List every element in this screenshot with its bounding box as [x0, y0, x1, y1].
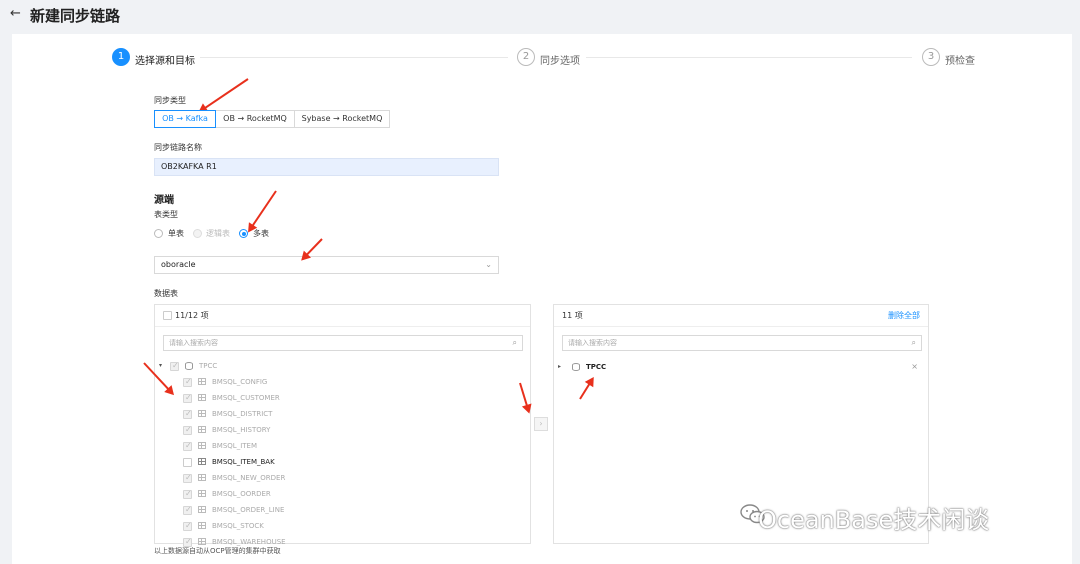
table-row[interactable]: BMSQL_ORDER_LINE	[181, 504, 481, 516]
target-tree-root-row[interactable]: ▸ TPCC ×	[558, 361, 922, 373]
table-icon	[198, 378, 206, 385]
table-row-label: BMSQL_ITEM	[212, 442, 257, 450]
table-row-checkbox	[183, 376, 192, 388]
table-row[interactable]: BMSQL_STOCK	[181, 520, 481, 532]
watermark-text: OceanBase技术闲谈	[758, 506, 990, 534]
caret-down-icon[interactable]: ▾	[159, 360, 162, 372]
clear-all-link[interactable]: 删除全部	[888, 310, 920, 321]
table-icon	[198, 474, 206, 481]
table-row[interactable]: BMSQL_ITEM	[181, 440, 481, 452]
target-count: 11 项	[562, 311, 583, 320]
table-row-checkbox	[183, 392, 192, 404]
target-panel-header: 11 项 删除全部	[554, 305, 928, 327]
tree-root-checkbox	[170, 360, 179, 372]
step-3-label: 预检查	[945, 56, 975, 67]
table-row-checkbox	[183, 424, 192, 436]
step-2-indicator: 2	[517, 48, 535, 66]
table-row-checkbox	[183, 440, 192, 452]
step-2-label: 同步选项	[540, 56, 580, 67]
source-table-panel: 11/12 项 请输入搜索内容 ⌕ ▾ TPCC BMSQL_CONFIG BMS…	[154, 304, 531, 548]
sync-type-option-sybase-rocketmq[interactable]: Sybase → RocketMQ	[294, 110, 390, 128]
table-row-label: BMSQL_ORDER_LINE	[212, 506, 285, 514]
table-row-checkbox	[183, 504, 192, 516]
table-row-checkbox	[183, 472, 192, 484]
target-tree-root-label: TPCC	[586, 363, 607, 371]
data-source-footnote: 以上数据源自动从OCP管理的集群中获取	[154, 547, 281, 555]
table-row[interactable]: BMSQL_DISTRICT	[181, 408, 481, 420]
table-icon	[198, 426, 206, 433]
table-row[interactable]: BMSQL_CUSTOMER	[181, 392, 481, 404]
table-icon	[198, 490, 206, 497]
table-row-label: BMSQL_OORDER	[212, 490, 271, 498]
chevron-down-icon: ⌄	[485, 260, 492, 269]
table-row-label: BMSQL_STOCK	[212, 522, 264, 530]
step-connector	[200, 57, 508, 58]
table-icon	[198, 410, 206, 417]
table-row[interactable]: BMSQL_NEW_ORDER	[181, 472, 481, 484]
table-row[interactable]: BMSQL_HISTORY	[181, 424, 481, 436]
table-type-label: 表类型	[154, 210, 178, 219]
tree-root-label: TPCC	[199, 362, 218, 370]
cluster-select-value: oboracle	[161, 260, 196, 269]
table-icon	[198, 458, 206, 465]
cluster-select[interactable]: oboracle ⌄	[154, 256, 499, 274]
table-row-label: BMSQL_HISTORY	[212, 426, 271, 434]
tree-root-row[interactable]: ▾ TPCC	[159, 360, 359, 372]
database-icon	[572, 363, 580, 371]
table-icon	[198, 522, 206, 529]
table-type-radio-single-label: 单表	[168, 229, 184, 238]
table-type-radio-logical	[193, 229, 202, 238]
sync-type-label: 同步类型	[154, 96, 186, 105]
table-row-label: BMSQL_CUSTOMER	[212, 394, 280, 402]
table-icon	[198, 506, 206, 513]
table-row[interactable]: BMSQL_ITEM_BAK	[181, 456, 481, 468]
table-type-radio-single[interactable]	[154, 229, 163, 238]
table-type-radio-logical-label: 逻辑表	[206, 229, 230, 238]
table-row-label: BMSQL_CONFIG	[212, 378, 268, 386]
source-count: 11/12 项	[175, 311, 209, 320]
arrow-left-icon[interactable]: ←	[10, 6, 21, 21]
caret-right-icon[interactable]: ▸	[558, 361, 561, 373]
link-name-label: 同步链路名称	[154, 143, 202, 152]
transfer-right-button[interactable]: ›	[534, 417, 548, 431]
target-search-input[interactable]: 请输入搜索内容 ⌕	[562, 335, 922, 351]
search-icon: ⌕	[911, 338, 916, 347]
page-title: 新建同步链路	[30, 7, 121, 25]
table-icon	[198, 442, 206, 449]
table-row-label: BMSQL_DISTRICT	[212, 410, 273, 418]
select-all-checkbox[interactable]	[163, 311, 172, 320]
table-row-checkbox	[183, 520, 192, 532]
table-row-checkbox	[183, 488, 192, 500]
data-tables-label: 数据表	[154, 289, 178, 298]
step-1-indicator: 1	[112, 48, 130, 66]
sync-type-option-ob-rocketmq[interactable]: OB → RocketMQ	[215, 110, 295, 128]
source-search-placeholder: 请输入搜索内容	[169, 339, 218, 347]
table-row[interactable]: BMSQL_CONFIG	[181, 376, 481, 388]
table-icon	[198, 538, 206, 545]
link-name-input[interactable]: OB2KAFKA R1	[154, 158, 499, 176]
close-icon[interactable]: ×	[911, 361, 918, 373]
table-row-checkbox[interactable]	[183, 458, 192, 467]
table-row-checkbox	[183, 408, 192, 420]
sync-type-option-ob-kafka[interactable]: OB → Kafka	[154, 110, 216, 128]
search-icon: ⌕	[512, 338, 517, 347]
source-section-title: 源端	[154, 195, 174, 206]
step-connector	[586, 57, 912, 58]
target-search-placeholder: 请输入搜索内容	[568, 339, 617, 347]
table-row[interactable]: BMSQL_OORDER	[181, 488, 481, 500]
step-1-label: 选择源和目标	[135, 56, 195, 67]
source-panel-header: 11/12 项	[155, 305, 530, 327]
database-icon	[185, 362, 193, 370]
step-3-indicator: 3	[922, 48, 940, 66]
page-header: ← 新建同步链路	[0, 0, 1080, 34]
table-icon	[198, 394, 206, 401]
table-row-label: BMSQL_NEW_ORDER	[212, 474, 286, 482]
table-row-label: BMSQL_ITEM_BAK	[212, 458, 275, 466]
source-search-input[interactable]: 请输入搜索内容 ⌕	[163, 335, 523, 351]
